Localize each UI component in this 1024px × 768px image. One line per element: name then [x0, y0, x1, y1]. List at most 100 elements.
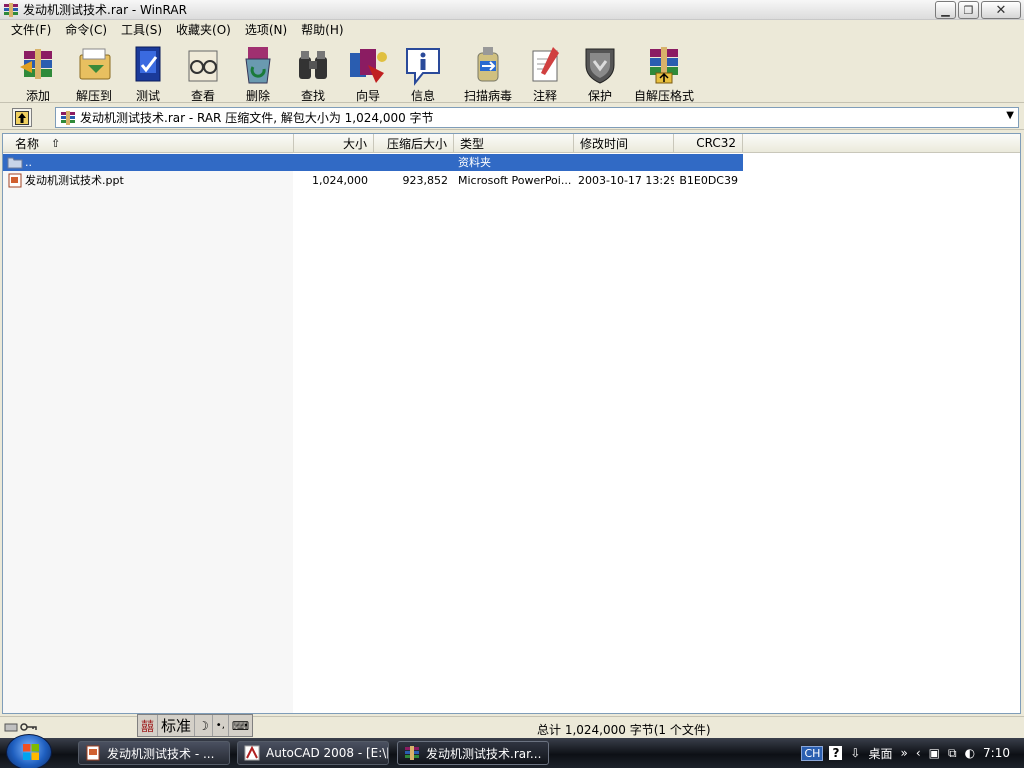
- column-header-crc[interactable]: CRC32: [674, 134, 743, 153]
- windows-logo-icon: [23, 744, 39, 760]
- ime-toolbar: 囍 标准 ☽ •, ⌨: [137, 714, 254, 737]
- test-label: 测试: [135, 89, 160, 103]
- column-header-name[interactable]: 名称 ⇧: [3, 134, 294, 153]
- name-column-background: [3, 134, 293, 713]
- autocad-task-icon: [244, 745, 260, 761]
- minimize-button[interactable]: ▁: [935, 1, 956, 19]
- column-header-filler: [743, 134, 1020, 153]
- menu-favorites[interactable]: 收藏夹(O): [169, 21, 238, 38]
- extract-to-button[interactable]: 解压到: [64, 43, 124, 104]
- add-label: 添加: [25, 89, 50, 103]
- file-list: 名称 ⇧ 大小 压缩后大小 类型 修改时间 CRC32 .. 资料夹 发动机测试…: [2, 133, 1021, 714]
- column-modified-label: 修改时间: [580, 136, 629, 151]
- protect-icon: [585, 48, 615, 84]
- expand-chevron-icon[interactable]: »: [900, 746, 907, 760]
- virus-scan-icon: [477, 47, 499, 82]
- wizard-label: 向导: [355, 89, 380, 103]
- language-indicator[interactable]: CH: [801, 745, 824, 761]
- protect-label: 保护: [587, 89, 612, 103]
- delete-button[interactable]: 删除: [228, 43, 288, 104]
- menu-bar: 文件(F) 命令(C) 工具(S) 收藏夹(O) 选项(N) 帮助(H): [0, 20, 1024, 39]
- up-arrow-icon: [15, 110, 29, 125]
- ime-logo-icon[interactable]: 囍: [138, 715, 159, 736]
- find-button[interactable]: 查找: [283, 43, 343, 104]
- address-text: 发动机测试技术.rar - RAR 压缩文件, 解包大小为 1,024,000 …: [80, 111, 434, 125]
- menu-commands[interactable]: 命令(C): [58, 21, 114, 38]
- sfx-label: 自解压格式: [633, 89, 694, 103]
- column-name-label: 名称: [15, 136, 40, 151]
- powerpoint-task-icon: [86, 745, 100, 761]
- cell-size: [294, 154, 368, 171]
- drive-icon[interactable]: [4, 721, 18, 733]
- window-title: 发动机测试技术.rar - WinRAR: [23, 3, 187, 17]
- view-icon: [188, 50, 218, 82]
- cell-packed: [374, 154, 448, 171]
- cell-name: 发动机测试技术.ppt: [25, 174, 124, 187]
- cell-name: ..: [25, 156, 32, 169]
- column-header-packed[interactable]: 压缩后大小: [374, 134, 454, 153]
- task-powerpoint[interactable]: 发动机测试技术 - ...: [78, 741, 230, 765]
- address-bar[interactable]: 发动机测试技术.rar - RAR 压缩文件, 解包大小为 1,024,000 …: [55, 107, 1019, 128]
- column-type-label: 类型: [460, 136, 485, 151]
- desktop-toolbar[interactable]: 桌面: [868, 745, 892, 762]
- task-winrar[interactable]: 发动机测试技术.rar...: [397, 741, 549, 765]
- comment-button[interactable]: 注释: [515, 43, 575, 104]
- table-row[interactable]: .. 资料夹: [3, 154, 743, 171]
- clock[interactable]: 7:10: [983, 746, 1010, 760]
- column-header-size[interactable]: 大小: [294, 134, 374, 153]
- test-icon: [135, 46, 161, 82]
- volume-icon[interactable]: ◐: [965, 746, 975, 760]
- sfx-button[interactable]: 自解压格式: [633, 43, 695, 104]
- key-icon[interactable]: [20, 721, 38, 733]
- show-hidden-icon[interactable]: ‹: [916, 746, 921, 760]
- close-button[interactable]: ✕: [981, 1, 1021, 19]
- up-folder-button[interactable]: [12, 108, 32, 127]
- title-bar[interactable]: 发动机测试技术.rar - WinRAR ▁ ❐ ✕: [0, 0, 1024, 20]
- printer-icon[interactable]: ▣: [929, 746, 940, 760]
- protect-button[interactable]: 保护: [570, 43, 630, 104]
- wizard-button[interactable]: 向导: [338, 43, 398, 104]
- network-icon[interactable]: ⧉: [948, 746, 957, 761]
- folder-icon: [7, 157, 23, 169]
- view-label: 查看: [190, 89, 215, 103]
- sfx-icon: [650, 47, 678, 84]
- status-bar: 囍 标准 ☽ •, ⌨ 总计 1,024,000 字节(1 个文件): [0, 714, 1024, 738]
- column-size-label: 大小: [342, 136, 367, 151]
- address-row: 发动机测试技术.rar - RAR 压缩文件, 解包大小为 1,024,000 …: [0, 105, 1024, 130]
- cell-crc: [674, 154, 738, 171]
- soft-keyboard-icon[interactable]: ⌨: [229, 715, 252, 736]
- close-icon: ✕: [995, 2, 1007, 18]
- table-row[interactable]: 发动机测试技术.ppt 1,024,000 923,852 Microsoft …: [3, 172, 743, 189]
- restore-button[interactable]: ❐: [958, 1, 979, 19]
- menu-file[interactable]: 文件(F): [4, 21, 58, 38]
- delete-icon: [245, 47, 271, 84]
- virus-scan-label: 扫描病毒: [463, 89, 512, 103]
- info-button[interactable]: 信息: [393, 43, 453, 104]
- comment-icon: [532, 47, 559, 82]
- half-width-moon-icon[interactable]: ☽: [195, 715, 213, 736]
- start-button[interactable]: [6, 734, 52, 768]
- column-header-modified[interactable]: 修改时间: [574, 134, 674, 153]
- status-summary: 总计 1,024,000 字节(1 个文件): [537, 723, 711, 737]
- system-tray: CH ? ⇩ 桌面 » ‹ ▣ ⧉ ◐ 7:10: [801, 738, 1024, 768]
- test-button[interactable]: 测试: [118, 43, 178, 104]
- menu-help[interactable]: 帮助(H): [294, 21, 350, 38]
- toolbar: 添加 解压到 测试 查看 删除 查找 向导 信息 扫描病毒 注释 保护 自解压格…: [0, 40, 1024, 103]
- add-button[interactable]: 添加: [8, 43, 68, 104]
- ime-mode[interactable]: 标准: [158, 715, 196, 736]
- menu-tools[interactable]: 工具(S): [114, 21, 169, 38]
- minimize-icon: ▁: [941, 3, 950, 17]
- view-button[interactable]: 查看: [173, 43, 233, 104]
- task-autocad[interactable]: AutoCAD 2008 - [E:\[...: [237, 741, 389, 765]
- column-header-type[interactable]: 类型: [454, 134, 574, 153]
- help-icon[interactable]: ?: [829, 746, 843, 760]
- add-icon: [20, 49, 52, 79]
- restore-icon: ❐: [963, 3, 974, 17]
- delete-label: 删除: [245, 89, 270, 103]
- find-label: 查找: [300, 89, 325, 103]
- menu-options[interactable]: 选项(N): [238, 21, 294, 38]
- virus-scan-button[interactable]: 扫描病毒: [458, 43, 518, 104]
- dropdown-arrow-icon[interactable]: ▼: [1006, 110, 1014, 121]
- punctuation-icon[interactable]: •,: [213, 715, 229, 736]
- ime-options-icon[interactable]: ⇩: [850, 746, 860, 760]
